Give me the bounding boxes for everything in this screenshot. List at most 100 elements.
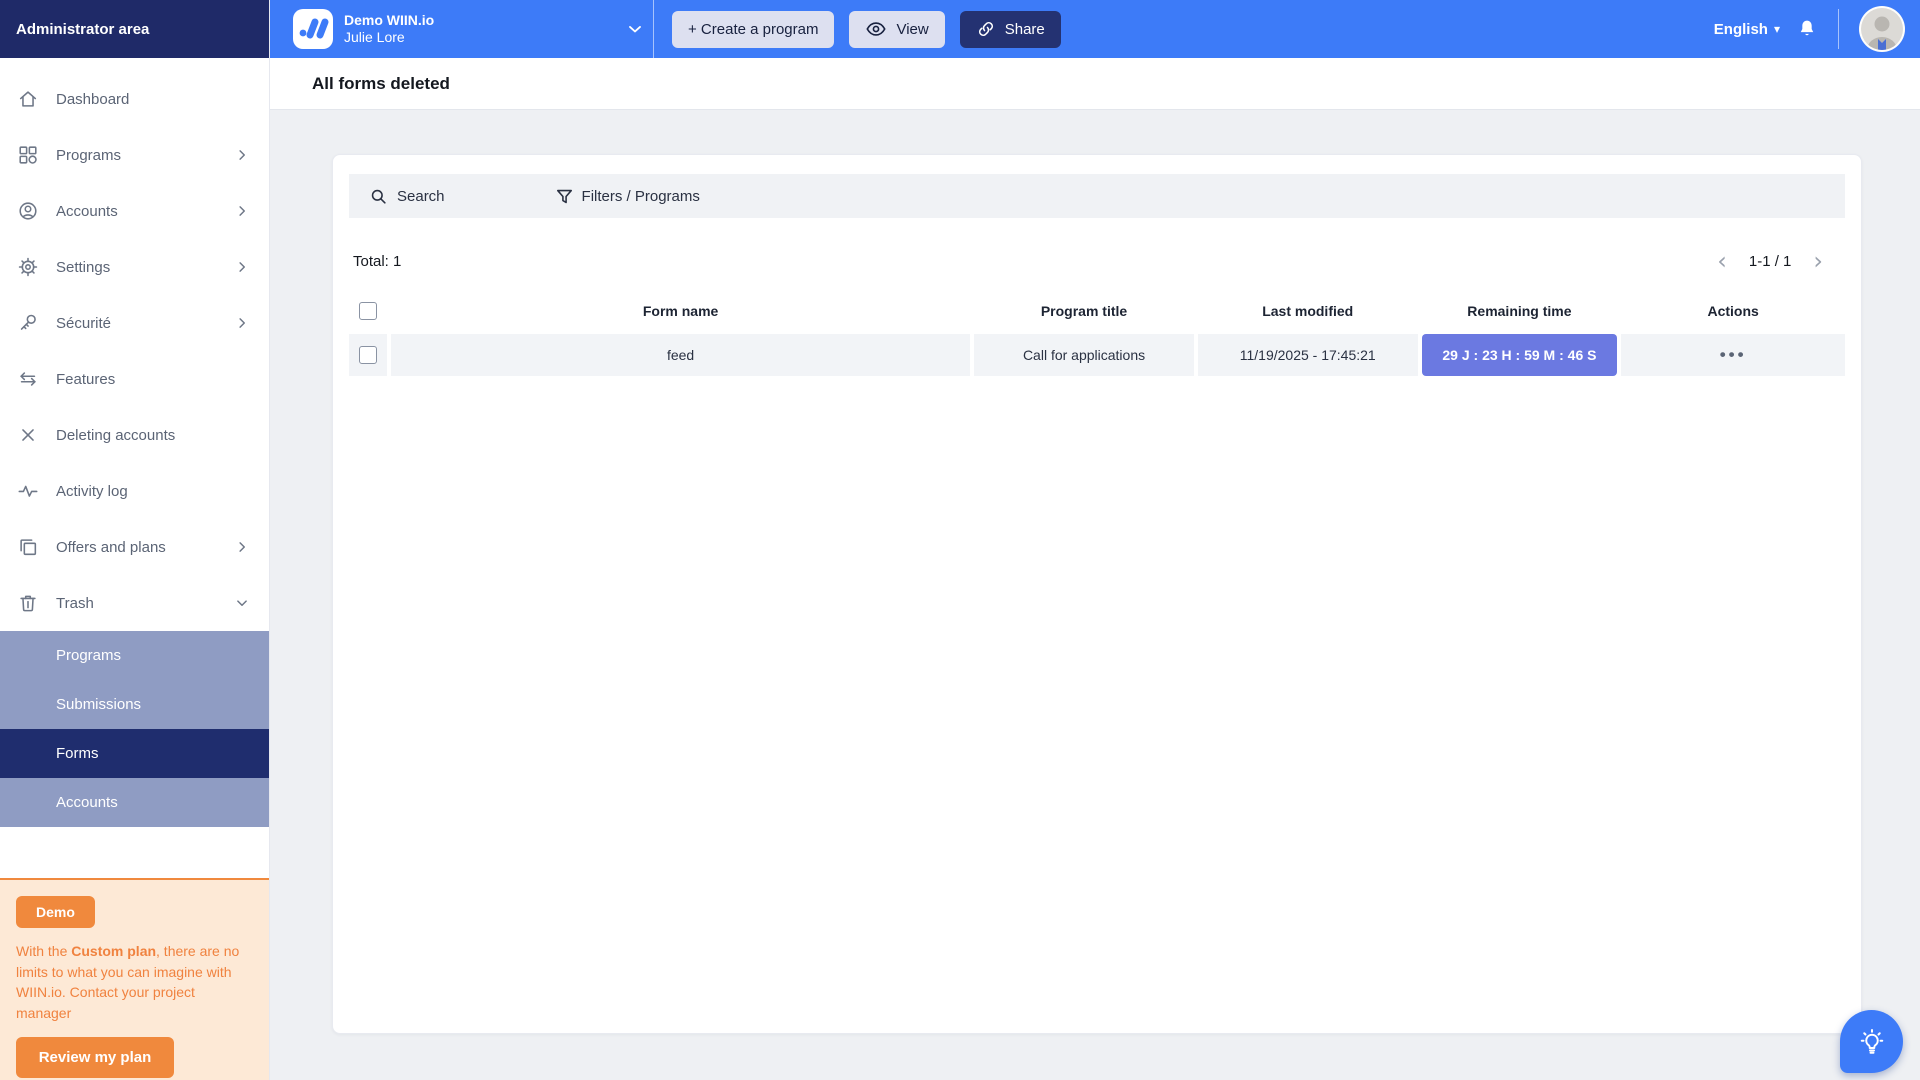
sidebar-item-label: Settings [56, 258, 111, 276]
chevron-right-icon [233, 202, 251, 220]
sidebar-item-deleting-accounts[interactable]: Deleting accounts [0, 407, 269, 463]
grid-icon [17, 144, 39, 166]
key-icon [17, 312, 39, 334]
cell-form-name[interactable]: feed [391, 334, 971, 376]
submenu-item-forms[interactable]: Forms [0, 729, 269, 778]
topbar-divider [653, 0, 654, 58]
sidebar-header: Administrator area [0, 0, 269, 58]
sidebar-item-label: Activity log [56, 482, 128, 500]
workspace-name: Demo WIIN.io [344, 11, 435, 28]
table-header-row: Form name Program title Last modified Re… [349, 291, 1845, 331]
chevron-right-icon [233, 538, 251, 556]
sidebar: Administrator area Dashboard Programs Ac… [0, 0, 270, 1080]
column-header-last-modified: Last modified [1262, 303, 1354, 319]
sidebar-header-label: Administrator area [16, 20, 150, 38]
forms-trash-card: Search Filters / Programs Total: 1 ‹ 1-1… [332, 154, 1862, 1034]
user-name: Julie Lore [344, 29, 405, 45]
gear-icon [17, 256, 39, 278]
language-selector[interactable]: English ▾ [1714, 21, 1780, 38]
header-checkbox-cell [349, 291, 387, 331]
search-input[interactable]: Search [369, 187, 445, 206]
sidebar-item-trash[interactable]: Trash [0, 575, 269, 631]
help-lightbulb-button[interactable] [1840, 1010, 1903, 1073]
submenu-item-label: Programs [56, 647, 122, 664]
sidebar-item-programs[interactable]: Programs [0, 127, 269, 183]
eye-icon [865, 18, 887, 40]
language-label: English [1713, 20, 1768, 38]
review-plan-button[interactable]: Review my plan [16, 1036, 174, 1078]
user-avatar[interactable] [1859, 6, 1905, 52]
filters-programs-button[interactable]: Filters / Programs [555, 187, 700, 206]
demo-plan-text: With the Custom plan, there are no limit… [16, 941, 254, 1024]
view-button-label: View [896, 20, 929, 38]
share-button-label: Share [1004, 20, 1045, 38]
page-header: All forms deleted [270, 58, 1920, 110]
table-meta-row: Total: 1 ‹ 1-1 / 1 › [353, 249, 1841, 273]
sidebar-item-security[interactable]: Sécurité [0, 295, 269, 351]
topbar-divider [1838, 9, 1839, 49]
workspace-switcher[interactable]: Demo WIIN.io Julie Lore [293, 9, 645, 49]
trash-icon [17, 592, 39, 614]
create-program-button[interactable]: + Create a program [672, 10, 835, 48]
sidebar-item-label: Deleting accounts [56, 426, 176, 444]
chevron-down-icon[interactable] [625, 19, 645, 39]
sidebar-item-accounts[interactable]: Accounts [0, 183, 269, 239]
search-placeholder: Search [397, 187, 445, 205]
select-all-checkbox[interactable] [359, 302, 377, 320]
sidebar-item-activity-log[interactable]: Activity log [0, 463, 269, 519]
content: Search Filters / Programs Total: 1 ‹ 1-1… [270, 110, 1920, 1080]
pagination-prev-icon[interactable]: ‹ [1717, 249, 1727, 273]
submenu-item-label: Accounts [56, 794, 118, 811]
submenu-item-programs[interactable]: Programs [0, 631, 269, 680]
search-filter-bar: Search Filters / Programs [349, 174, 1845, 218]
pagination: ‹ 1-1 / 1 › [1717, 249, 1823, 273]
page-title: All forms deleted [312, 73, 450, 93]
forms-table: Form name Program title Last modified Re… [349, 291, 1845, 376]
pulse-icon [17, 480, 39, 502]
demo-text-prefix: With the [16, 943, 72, 959]
user-circle-icon [17, 200, 39, 222]
sidebar-item-label: Dashboard [56, 90, 130, 108]
workspace-info: Demo WIIN.io Julie Lore [344, 12, 434, 47]
main-area: Demo WIIN.io Julie Lore + Create a progr… [270, 0, 1920, 1080]
cell-last-modified: 11/19/2025 - 17:45:21 [1197, 334, 1418, 376]
submenu-item-submissions[interactable]: Submissions [0, 680, 269, 729]
app-window: Administrator area Dashboard Programs Ac… [0, 0, 1920, 1080]
row-checkbox-cell [349, 334, 387, 376]
pagination-next-icon[interactable]: › [1813, 249, 1823, 273]
demo-badge[interactable]: Demo [16, 896, 95, 928]
sidebar-nav: Dashboard Programs Accounts Settings Séc… [0, 58, 269, 631]
sidebar-item-dashboard[interactable]: Dashboard [0, 71, 269, 127]
search-icon [369, 187, 388, 206]
chevron-right-icon [233, 314, 251, 332]
pagination-count: 1-1 / 1 [1748, 252, 1792, 270]
chevron-right-icon [233, 146, 251, 164]
chevron-down-icon [233, 594, 251, 612]
sidebar-item-label: Trash [56, 594, 94, 612]
total-count: Total: 1 [353, 252, 402, 270]
row-actions-menu-icon[interactable]: ••• [1720, 345, 1747, 365]
notifications-bell-icon[interactable] [1796, 18, 1818, 40]
trash-submenu: Programs Submissions Forms Accounts [0, 631, 269, 827]
row-checkbox[interactable] [359, 346, 377, 364]
table-row: feed Call for applications 11/19/2025 - … [349, 334, 1845, 376]
sidebar-item-settings[interactable]: Settings [0, 239, 269, 295]
filters-label: Filters / Programs [581, 187, 700, 205]
sidebar-item-offers-and-plans[interactable]: Offers and plans [0, 519, 269, 575]
sidebar-item-label: Accounts [56, 202, 118, 220]
column-header-form-name: Form name [642, 303, 719, 319]
remaining-time-badge: 29 J : 23 H : 59 M : 46 S [1421, 334, 1618, 376]
lightbulb-icon [1857, 1027, 1887, 1057]
share-button[interactable]: Share [959, 10, 1061, 48]
filter-funnel-icon [555, 187, 574, 206]
cell-actions: ••• [1621, 334, 1845, 376]
cell-program-title: Call for applications [974, 334, 1194, 376]
demo-plan-panel: Demo With the Custom plan, there are no … [0, 878, 269, 1080]
view-button[interactable]: View [849, 10, 945, 48]
submenu-item-label: Forms [56, 745, 99, 762]
caret-down-icon: ▾ [1773, 22, 1780, 36]
submenu-item-accounts[interactable]: Accounts [0, 778, 269, 827]
chevron-right-icon [233, 258, 251, 276]
sidebar-item-label: Offers and plans [56, 538, 166, 556]
sidebar-item-features[interactable]: Features [0, 351, 269, 407]
